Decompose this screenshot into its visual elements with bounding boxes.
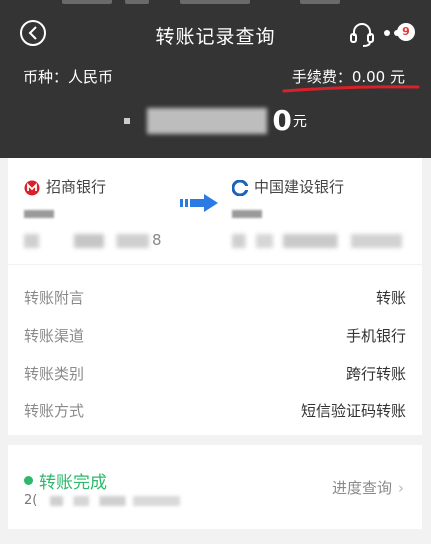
from-account-tail: 8 xyxy=(152,231,162,249)
detail-label: 转账类别 xyxy=(24,365,85,383)
notification-badge: 9 xyxy=(397,23,415,41)
detail-value: 短信验证码转账 xyxy=(300,402,406,420)
detail-value: 手机银行 xyxy=(345,327,406,345)
amount-redacted xyxy=(147,107,268,134)
detail-label: 转账附言 xyxy=(24,289,85,307)
detail-row-method: 转账方式 短信验证码转账 xyxy=(24,400,406,420)
header: 转账记录查询 9 币种：人民币 手续费：0.00 元 0元 xyxy=(0,0,431,158)
currency-label: 币种：人民币 xyxy=(23,68,114,86)
red-underline-annotation xyxy=(282,85,420,93)
headset-icon[interactable] xyxy=(349,20,375,48)
detail-row-channel: 转账渠道 手机银行 xyxy=(24,325,406,345)
detail-row-remark: 转账附言 转账 xyxy=(24,287,406,307)
amount-unit: 元 xyxy=(292,113,307,130)
top-bar: 转账记录查询 9 xyxy=(0,12,431,52)
from-account-redacted xyxy=(24,234,149,248)
status-text: 转账完成 xyxy=(39,473,107,493)
from-bank-name: 招商银行 xyxy=(46,178,107,196)
status-date-prefix: 2( xyxy=(24,493,38,508)
ccb-logo-icon xyxy=(232,179,248,196)
detail-row-type: 转账类别 跨行转账 xyxy=(24,363,406,383)
progress-query-link[interactable]: 进度查询 › xyxy=(332,477,404,498)
details-card: 转账附言 转账 转账渠道 手机银行 转账类别 跨行转账 转账方式 短信验证码转账 xyxy=(8,265,422,435)
status-card: 转账完成 2( 进度查询 › xyxy=(8,445,422,529)
to-account-redacted xyxy=(232,234,402,248)
status-dot-icon xyxy=(24,476,33,485)
from-bank: 招商银行 xyxy=(24,176,106,197)
transfer-amount: 0元 xyxy=(0,104,431,138)
to-bank-name: 中国建设银行 xyxy=(254,178,345,196)
amount-tail: 0 xyxy=(272,104,292,137)
detail-value: 转账 xyxy=(375,289,406,307)
cmb-logo-icon xyxy=(24,180,40,195)
status-bar xyxy=(0,0,431,8)
to-name-redacted xyxy=(232,210,262,218)
transfer-arrow-icon xyxy=(180,194,218,212)
from-name-redacted xyxy=(24,210,54,218)
detail-value: 跨行转账 xyxy=(345,365,406,383)
progress-query-label: 进度查询 xyxy=(331,479,392,497)
chevron-right-icon: › xyxy=(398,479,404,497)
to-bank: 中国建设银行 xyxy=(232,176,344,197)
detail-label: 转账渠道 xyxy=(24,327,85,345)
detail-label: 转账方式 xyxy=(24,402,85,420)
status-date-redacted xyxy=(50,496,180,506)
accounts-card: 招商银行 8 中国建设银行 xyxy=(8,158,422,264)
